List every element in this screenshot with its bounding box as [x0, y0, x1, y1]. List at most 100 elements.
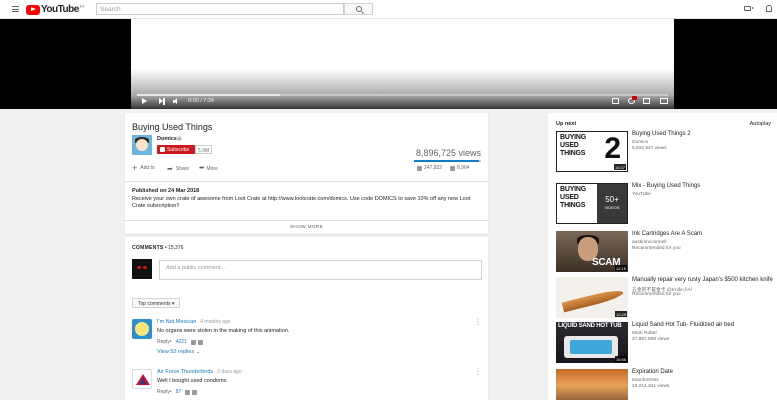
- up-next-label: Up next: [556, 121, 577, 127]
- comment-time[interactable]: 2 days ago: [217, 369, 241, 375]
- chevron-down-icon: ⌄: [195, 349, 201, 355]
- more-icon: •••: [199, 165, 204, 172]
- sentiment-likes: [414, 160, 479, 162]
- comment-like-count: 87: [175, 389, 182, 395]
- video-thumbnail[interactable]: SCAM 12:15: [556, 231, 628, 272]
- video-thumbnail[interactable]: 12:29: [556, 277, 628, 318]
- recommended-video[interactable]: LIQUID SAND HOT TUB 10:55 Liquid Sand Ho…: [556, 322, 777, 364]
- channel-name[interactable]: Domics: [157, 136, 177, 142]
- next-icon[interactable]: [159, 98, 165, 105]
- publish-date: Published on 24 Mar 2018: [132, 188, 200, 194]
- video-meta: 19,214,341 views: [632, 384, 670, 389]
- verified-icon: ▣: [177, 136, 182, 142]
- comment-like-count: 4221: [175, 339, 187, 345]
- comment-text: No organs were stolen in the making of t…: [157, 328, 290, 334]
- more-vertical-icon[interactable]: ⋮: [474, 368, 482, 376]
- youtube-logo[interactable]: YouTube PT: [26, 4, 85, 15]
- comments-header: COMMENTS • 15,376: [132, 245, 184, 251]
- add-icon: +: [132, 163, 138, 173]
- subscriber-count: 5.9M: [195, 145, 213, 154]
- commenter-avatar[interactable]: [132, 369, 152, 389]
- menu-icon[interactable]: [12, 6, 19, 12]
- search-input[interactable]: Search: [96, 3, 344, 15]
- share-icon: ➦: [167, 166, 173, 173]
- show-more-button[interactable]: SHOW MORE: [125, 225, 488, 230]
- video-duration: 12:29: [614, 311, 627, 317]
- recommended-video[interactable]: SCAM 12:15 Ink Cartridges Are A Scam aus…: [556, 231, 777, 273]
- like-icon[interactable]: [190, 339, 196, 345]
- like-button[interactable]: 247,822: [417, 165, 442, 171]
- sort-comments-button[interactable]: Top comments ▾: [132, 298, 181, 308]
- subscribe-button[interactable]: Subscribe: [157, 145, 195, 154]
- video-duration: 10:37: [613, 164, 626, 170]
- like-icon: [417, 165, 422, 171]
- comment-text: Well I bought used condoms.: [157, 378, 228, 384]
- like-icon[interactable]: [185, 389, 191, 395]
- more-button[interactable]: ••• More: [199, 165, 218, 172]
- channel-name: austinmcconnell: [632, 240, 667, 245]
- autoplay-toggle[interactable]: Autoplay: [750, 121, 771, 127]
- play-icon[interactable]: [142, 98, 147, 104]
- video-title: Mix - Buying Used Things: [632, 183, 701, 189]
- video-camera-icon[interactable]: [744, 6, 754, 11]
- more-vertical-icon[interactable]: ⋮: [474, 318, 482, 326]
- youtube-play-icon: [26, 4, 40, 15]
- comment-author[interactable]: I'm Not Mexican: [157, 319, 196, 325]
- recommended-video[interactable]: BUYING USED THINGS 50+ VIDEOS Mix - Buyin…: [556, 183, 777, 225]
- reply-button[interactable]: Reply: [157, 389, 170, 395]
- sentiment-bar: [414, 160, 481, 162]
- video-player[interactable]: 0:00 / 7:34: [0, 19, 777, 109]
- add-to-button[interactable]: + Add to: [132, 163, 155, 173]
- search-button[interactable]: [344, 3, 373, 15]
- channel-avatar[interactable]: [132, 135, 152, 155]
- dislike-icon[interactable]: [192, 389, 198, 395]
- recommended-video[interactable]: BUYING USED THINGS 2 10:37 Buying Used T…: [556, 131, 777, 173]
- video-meta: 27,867,808 views: [632, 337, 670, 342]
- video-duration: 10:55: [614, 356, 627, 362]
- video-title: Ink Cartridges Are A Scam: [632, 231, 703, 237]
- video-meta: Recommended for you: [632, 246, 681, 251]
- mix-overlay: 50+ VIDEOS: [597, 184, 627, 223]
- video-info: Buying Used Things Domics ▣ Subscribe 5.…: [125, 113, 488, 181]
- video-title: Liquid Sand Hot Tub- Fluidized air bed: [632, 322, 735, 328]
- comment-author[interactable]: Air Force Thunderbirds: [157, 369, 213, 375]
- video-duration: 12:15: [614, 265, 627, 271]
- video-thumbnail[interactable]: BUYING USED THINGS 2 10:37: [556, 131, 628, 172]
- recommended-video[interactable]: Expiration Date teamfortress 19,214,341 …: [556, 369, 777, 400]
- video-title: Buying Used Things: [132, 122, 213, 132]
- video-title: Buying Used Things 2: [632, 131, 691, 137]
- video-thumbnail[interactable]: [556, 369, 628, 400]
- description: Published on 24 Mar 2018 Receive your ow…: [125, 182, 488, 234]
- comment-time[interactable]: 4 months ago: [200, 319, 230, 325]
- recommended-video[interactable]: 12:29 Manually repair very rusty Japan's…: [556, 277, 777, 319]
- video-title: Expiration Date: [632, 369, 674, 375]
- view-replies-button[interactable]: View 52 replies ⌄: [157, 349, 200, 355]
- volume-icon[interactable]: [173, 98, 180, 105]
- comments-section: COMMENTS • 15,376 Add a public comment..…: [125, 237, 488, 400]
- video-meta: Recommended for you: [632, 292, 681, 297]
- user-avatar: [132, 259, 152, 279]
- captions-icon[interactable]: [612, 98, 619, 104]
- dislike-icon: [450, 165, 455, 171]
- video-meta: 5,832,547 views: [632, 146, 667, 151]
- commenter-avatar[interactable]: [132, 319, 152, 339]
- reply-button[interactable]: Reply: [157, 339, 170, 345]
- theater-icon[interactable]: [660, 98, 668, 104]
- dislike-button[interactable]: 8,964: [450, 165, 470, 171]
- share-button[interactable]: ➦ Share: [167, 165, 189, 173]
- dislike-icon[interactable]: [197, 339, 203, 345]
- up-next-sidebar: Up next Autoplay BUYING USED THINGS 2 10…: [548, 113, 777, 400]
- channel-name: Domics: [632, 140, 648, 145]
- bell-icon[interactable]: [766, 5, 772, 12]
- time-display: 0:00 / 7:34: [188, 98, 214, 104]
- video-thumbnail[interactable]: BUYING USED THINGS 50+ VIDEOS: [556, 183, 628, 224]
- chevron-down-icon: ▾: [171, 301, 175, 308]
- add-comment-input[interactable]: Add a public comment...: [159, 260, 482, 280]
- video-title: Manually repair very rusty Japan's $500 …: [632, 277, 773, 283]
- progress-bar[interactable]: [137, 94, 668, 96]
- miniplayer-icon[interactable]: [643, 98, 650, 104]
- view-count: 8,896,725 views: [415, 148, 481, 158]
- video-thumbnail[interactable]: LIQUID SAND HOT TUB 10:55: [556, 322, 628, 363]
- search-icon: [356, 6, 362, 12]
- hd-badge: [632, 96, 637, 100]
